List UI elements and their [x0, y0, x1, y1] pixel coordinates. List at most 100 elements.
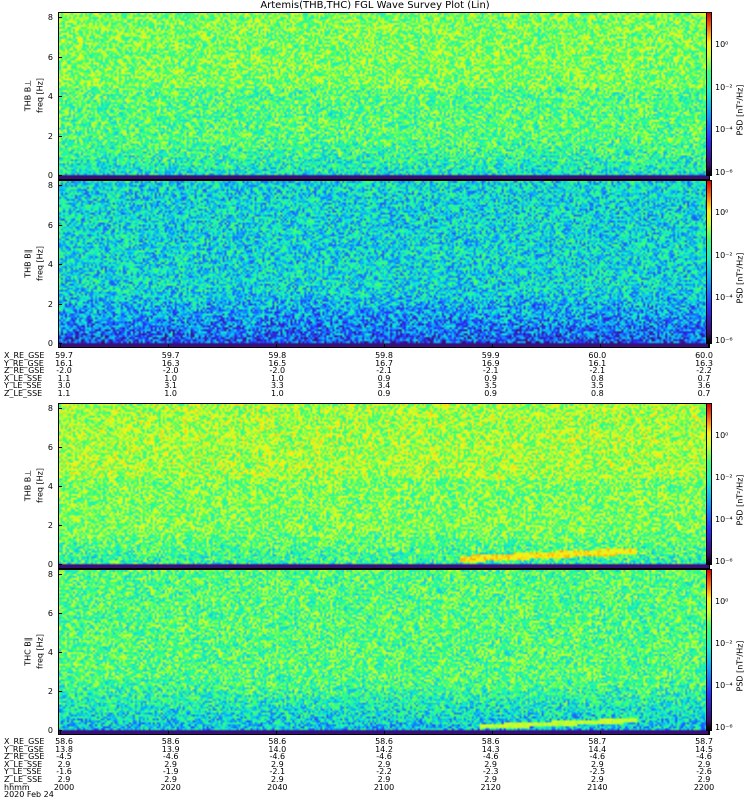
- colorbar-tick-label: 10⁻⁴: [715, 293, 733, 303]
- colorbar: [706, 12, 712, 176]
- spectrogram-panel-2: [58, 180, 710, 348]
- x-tick-mark: [492, 731, 493, 735]
- colorbar-tick-label: 10⁻⁴: [715, 681, 733, 690]
- y-axis-label: THB B⊥: [23, 469, 33, 502]
- colorbar-tick-label: 10⁻²: [715, 82, 733, 92]
- y-tick-mark: [58, 652, 62, 653]
- x-tick-mark: [708, 344, 709, 348]
- page-title: Artemis(THB,THC) FGL Wave Survey Plot (L…: [260, 0, 490, 11]
- y-tick-mark: [58, 564, 62, 565]
- ephemeris-value: 0.8: [590, 389, 604, 398]
- y-tick-mark: [58, 303, 62, 305]
- y-tick-label: 6: [47, 52, 53, 62]
- y-tick-mark: [58, 525, 62, 526]
- x-tick-mark: [384, 731, 385, 735]
- y-tick-label: 8: [47, 13, 53, 22]
- y-tick-label: 0: [47, 339, 53, 348]
- ephemeris-value: 2140: [587, 782, 608, 792]
- y-tick-label: 6: [47, 220, 53, 230]
- spectrogram-panel-1: [58, 12, 710, 180]
- y-tick-label: 8: [47, 181, 53, 190]
- ephemeris-value: 1.0: [164, 389, 178, 398]
- x-tick-mark: [168, 731, 169, 735]
- y-axis-label: THB B⊥: [23, 79, 33, 112]
- spectrogram-panel-3: [58, 403, 710, 569]
- y-tick-mark: [58, 264, 62, 265]
- colorbar-tick-label: 10⁻⁴: [715, 125, 733, 135]
- spectrogram-canvas: [59, 404, 709, 568]
- ephemeris-value: 2040: [267, 782, 288, 792]
- y-tick-mark: [58, 135, 62, 137]
- colorbar-tick-label: 10⁻⁴: [715, 515, 733, 524]
- x-tick-mark: [600, 344, 601, 348]
- ephemeris-value: 0.9: [484, 389, 498, 398]
- y-tick-mark: [58, 175, 62, 176]
- y-tick-mark: [58, 17, 62, 18]
- colorbar-tick-label: 10⁻⁶: [715, 723, 733, 732]
- y-tick-mark: [58, 96, 62, 97]
- spectrogram-canvas: [59, 181, 709, 347]
- x-tick-mark: [492, 344, 493, 348]
- y-tick-label: 2: [47, 299, 53, 309]
- y-tick-mark: [58, 447, 62, 448]
- colorbar-tick-label: 10⁻²: [715, 473, 733, 482]
- x-tick-mark: [168, 344, 169, 348]
- ephemeris-value: 1.1: [57, 389, 71, 398]
- x-tick-mark: [708, 731, 709, 735]
- spectrogram-canvas: [59, 570, 709, 734]
- y-axis-label: THB B∥: [23, 249, 33, 278]
- ephemeris-value: 2100: [373, 782, 395, 792]
- colorbar-title: PSD [nT²/Hz]: [735, 84, 745, 136]
- colorbar-title: PSD [nT²/Hz]: [735, 640, 745, 692]
- spectrogram-canvas: [59, 13, 709, 179]
- ephemeris-label: 2020 Feb 24: [4, 790, 54, 800]
- y-tick-label: 8: [47, 404, 53, 413]
- ephemeris-value: 0.9: [377, 389, 391, 398]
- colorbar-tick-label: 10⁻²: [715, 639, 733, 648]
- y-tick-mark: [58, 408, 62, 409]
- colorbar-tick-label: 10⁻²: [715, 250, 733, 260]
- y-tick-label: 6: [47, 609, 53, 618]
- colorbar-tick-label: 10⁻⁶: [715, 336, 733, 345]
- colorbar-tick-label: 10⁻⁶: [715, 557, 733, 566]
- x-tick-mark: [60, 344, 61, 348]
- y-tick-label: 2: [47, 687, 53, 696]
- colorbar-title: PSD [nT²/Hz]: [735, 474, 745, 526]
- x-tick-mark: [600, 731, 601, 735]
- ephemeris-value: 0.7: [697, 389, 711, 398]
- y-tick-mark: [58, 613, 62, 614]
- colorbar-tick-label: 10⁰: [715, 597, 729, 606]
- colorbar: [706, 180, 712, 344]
- colorbar-tick-label: 10⁰: [715, 40, 729, 49]
- spectrogram-panel-4: [58, 569, 710, 735]
- y-tick-mark: [58, 224, 62, 226]
- colorbar: [706, 403, 712, 565]
- y-tick-mark: [58, 574, 62, 575]
- ephemeris-value: 2200: [693, 782, 715, 792]
- y-axis-unit-label: freq [Hz]: [35, 246, 45, 281]
- y-tick-mark: [58, 56, 62, 58]
- x-tick-mark: [60, 731, 61, 735]
- y-axis-unit-label: freq [Hz]: [35, 78, 45, 113]
- y-axis-label: THC B∥: [23, 637, 33, 666]
- ephemeris-value: 2020: [160, 782, 181, 792]
- y-tick-label: 0: [47, 171, 53, 180]
- y-tick-label: 0: [47, 560, 53, 569]
- ephemeris-value: 1.0: [270, 389, 284, 398]
- colorbar: [706, 569, 712, 731]
- colorbar-tick-label: 10⁰: [715, 431, 729, 440]
- colorbar-tick-label: 10⁰: [715, 208, 729, 217]
- y-tick-mark: [58, 185, 62, 186]
- y-tick-label: 6: [47, 443, 53, 452]
- y-tick-label: 2: [47, 521, 53, 530]
- ephemeris-value: 2000: [53, 782, 75, 792]
- x-tick-mark: [276, 731, 277, 735]
- colorbar-title: PSD [nT²/Hz]: [735, 252, 745, 304]
- ephemeris-value: 2120: [480, 782, 501, 792]
- y-tick-label: 8: [47, 570, 53, 579]
- y-tick-mark: [58, 691, 62, 692]
- x-tick-mark: [276, 344, 277, 348]
- y-tick-label: 0: [47, 726, 53, 735]
- y-axis-unit-label: freq [Hz]: [35, 634, 45, 669]
- colorbar-tick-label: 10⁻⁶: [715, 168, 733, 177]
